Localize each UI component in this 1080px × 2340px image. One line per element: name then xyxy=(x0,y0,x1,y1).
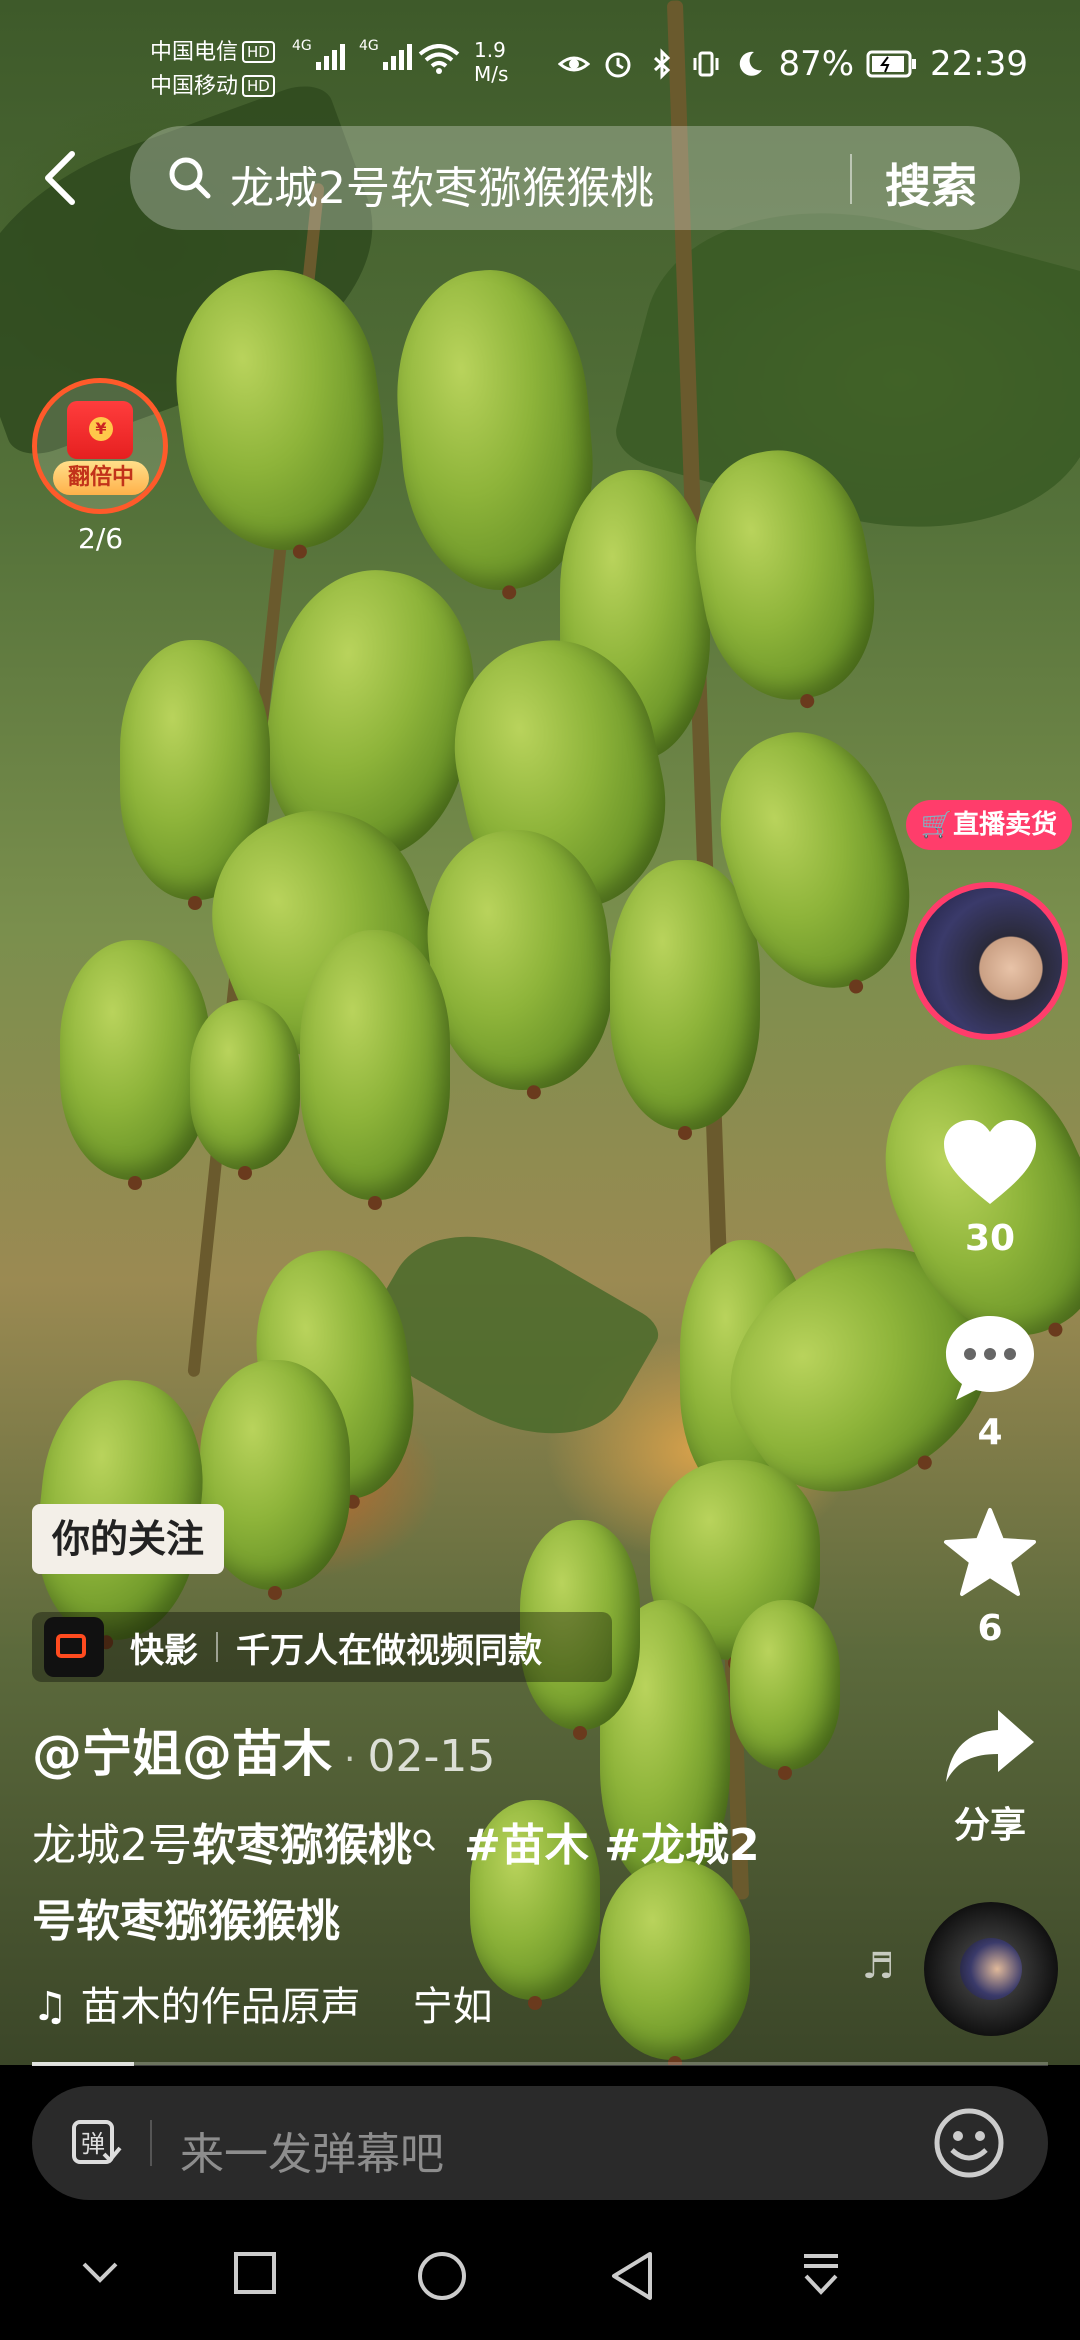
system-nav-bar xyxy=(0,2210,1080,2340)
share-label: 分享 xyxy=(953,1805,1026,1846)
music-disc[interactable] xyxy=(924,1902,1058,2036)
music-disc-cover xyxy=(960,1938,1022,2000)
signal-group: 4G 4G xyxy=(292,38,412,74)
eye-icon xyxy=(558,56,591,72)
app-slogan: 千万人在做视频同款 xyxy=(236,1630,542,1671)
comment-action[interactable]: 4 xyxy=(930,1312,1050,1453)
danmaku-toggle-icon[interactable]: 弹 xyxy=(68,2116,124,2172)
carrier-2: 中国移动 HD xyxy=(150,68,275,100)
sound-title: 苗木的作品原声 xyxy=(80,1984,361,2030)
favorite-count: 6 xyxy=(977,1608,1003,1649)
comment-count: 4 xyxy=(977,1412,1003,1453)
kuaiying-logo-icon xyxy=(44,1617,104,1677)
post-date: 02-15 xyxy=(367,1731,496,1782)
caption-text: 龙城2号 xyxy=(32,1820,192,1871)
caption-keyword[interactable]: 软枣猕猴桃 xyxy=(192,1820,412,1871)
signal-icon: 4G xyxy=(359,38,412,74)
video-caption[interactable]: 龙城2号软枣猕猴桃 #苗木 #龙城2号软枣猕猴猴桃 xyxy=(32,1808,772,1960)
vibrate-icon xyxy=(693,51,719,77)
search-input[interactable]: 龙城2号软枣猕猴猴桃 xyxy=(230,152,654,216)
network-speed: 1.9 M/s xyxy=(474,38,508,86)
wifi-icon xyxy=(418,44,460,74)
network-type: 4G xyxy=(359,38,379,54)
moon-icon xyxy=(740,51,763,76)
danmaku-placeholder[interactable]: 来一发弹幕吧 xyxy=(180,2118,444,2182)
speed-unit: M/s xyxy=(474,62,509,86)
cart-icon: 🛒 xyxy=(920,810,954,840)
clock: 22:39 xyxy=(930,44,1028,84)
recents-button[interactable] xyxy=(232,2250,278,2296)
sound-line[interactable]: ♫ 苗木的作品原声 宁如 xyxy=(32,1974,493,2032)
hd-badge: HD xyxy=(242,41,275,63)
carrier-1-label: 中国电信 xyxy=(150,40,239,65)
author-name[interactable]: @宁姐@苗木 xyxy=(32,1725,332,1783)
status-right: 87% 22:39 xyxy=(558,44,1028,84)
share-action[interactable]: 分享 xyxy=(930,1706,1050,1848)
danmaku-icon-text: 弹 xyxy=(81,2130,105,2158)
signal-icon: 4G xyxy=(292,38,345,74)
home-button[interactable] xyxy=(416,2250,468,2302)
battery-icon xyxy=(866,50,917,78)
danmaku-divider xyxy=(150,2120,152,2166)
chevron-down-icon[interactable] xyxy=(78,2250,122,2294)
following-badge: 你的关注 xyxy=(32,1504,225,1574)
video-progress-bar[interactable] xyxy=(32,2062,1048,2066)
music-note-icon: ♬ xyxy=(862,1946,895,1987)
live-tag-label: 直播卖货 xyxy=(953,810,1058,840)
search-button[interactable]: 搜索 xyxy=(885,150,977,216)
coin-icon: ¥ xyxy=(89,417,113,441)
back-button[interactable] xyxy=(40,148,80,208)
carrier-1: 中国电信 HD xyxy=(150,34,275,66)
back-nav-button[interactable] xyxy=(608,2250,656,2302)
search-divider xyxy=(850,154,852,204)
heart-icon[interactable] xyxy=(940,1118,1040,1208)
favorite-action[interactable]: 6 xyxy=(930,1506,1050,1649)
red-packet-badge: 翻倍中 xyxy=(53,461,149,495)
search-bar[interactable]: 龙城2号软枣猕猴猴桃 搜索 xyxy=(130,126,1020,230)
like-count: 30 xyxy=(964,1218,1016,1259)
status-bar: 中国电信 HD 中国移动 HD 4G 4G 1.9 M/s 87% 22:39 xyxy=(0,0,1080,130)
app-source-tag[interactable]: 快影 千万人在做视频同款 xyxy=(32,1612,612,1682)
video-progress-fill xyxy=(32,2062,134,2066)
search-icon[interactable] xyxy=(412,1828,438,1854)
battery-percent: 87% xyxy=(778,44,855,84)
live-selling-tag[interactable]: 🛒直播卖货 xyxy=(906,800,1072,850)
app-tag-divider xyxy=(216,1632,218,1662)
speed-value: 1.9 xyxy=(474,38,506,62)
comment-icon[interactable] xyxy=(942,1312,1038,1402)
red-packet-widget[interactable]: ¥ 翻倍中 xyxy=(32,378,168,514)
emoji-icon[interactable] xyxy=(932,2106,1006,2180)
search-icon xyxy=(169,157,211,199)
star-icon[interactable] xyxy=(942,1506,1038,1598)
notification-pulldown-icon[interactable] xyxy=(796,2250,846,2300)
date-separator: · xyxy=(344,1739,356,1780)
like-action[interactable]: 30 xyxy=(930,1118,1050,1259)
red-packet-progress: 2/6 xyxy=(78,522,124,555)
alarm-icon xyxy=(605,52,631,78)
live-avatar[interactable] xyxy=(910,882,1068,1040)
carrier-2-label: 中国移动 xyxy=(150,74,239,99)
danmaku-input[interactable]: 弹 来一发弹幕吧 xyxy=(32,2086,1048,2200)
share-icon[interactable] xyxy=(942,1706,1038,1786)
sound-owner: 宁如 xyxy=(412,1984,493,2030)
music-note-icon: ♫ xyxy=(32,1984,68,2030)
bluetooth-icon xyxy=(654,48,671,80)
hd-badge: HD xyxy=(242,75,275,97)
author-line[interactable]: @宁姐@苗木 · 02-15 xyxy=(32,1714,495,1786)
network-type: 4G xyxy=(292,38,312,54)
app-name: 快影 xyxy=(130,1630,198,1671)
